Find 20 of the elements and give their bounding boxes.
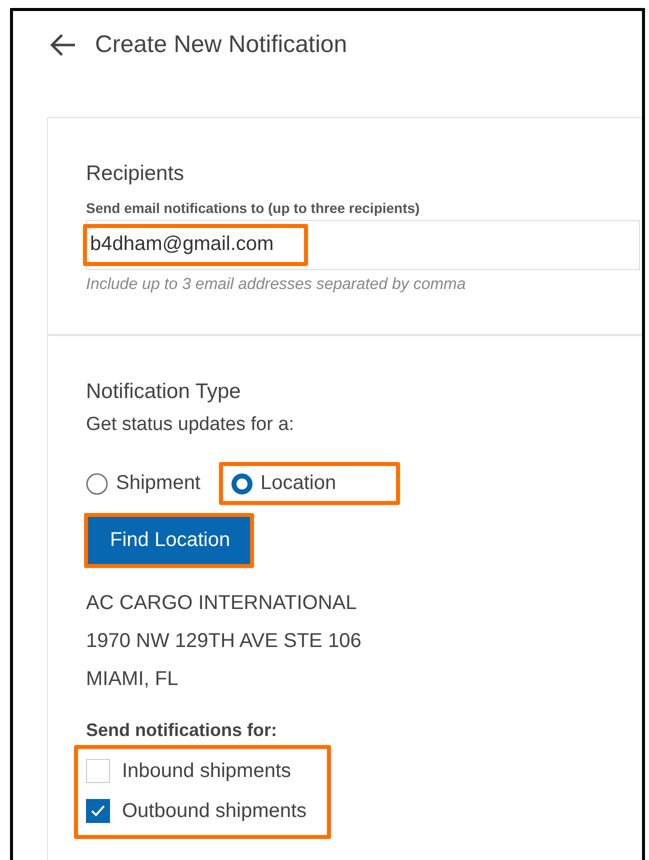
checkbox-label[interactable]: Outbound shipments	[122, 800, 307, 822]
prompt-text: Get status updates for a:	[86, 414, 296, 436]
radio-option[interactable]: Location	[218, 462, 400, 505]
address-line: 1970 NW 129TH AVE STE 106	[86, 629, 362, 654]
radio-option[interactable]: Shipment	[74, 462, 204, 505]
find-location-button[interactable]: Find Location	[88, 517, 250, 564]
radio-icon	[86, 472, 108, 494]
address-line: MIAMI, FL	[86, 667, 180, 692]
checkbox[interactable]	[86, 799, 110, 823]
radio-icon	[230, 472, 252, 494]
email-input-field[interactable]: b4dham@gmail.com	[86, 220, 640, 270]
address-line: AC CARGO INTERNATIONAL	[86, 591, 358, 616]
section-title: Recipients	[86, 162, 186, 186]
section-title: Notification Type	[86, 380, 242, 404]
back-arrow-icon[interactable]	[49, 33, 77, 57]
checkbox-label[interactable]: Inbound shipments	[122, 760, 292, 782]
page-title: Create New Notification	[95, 31, 348, 59]
field-label: Send email notifications to (up to three recipients)	[86, 200, 421, 216]
field-hint: Include up to 3 email addresses separated by comma	[86, 276, 467, 294]
group-title: Send notifications for:	[86, 720, 278, 741]
